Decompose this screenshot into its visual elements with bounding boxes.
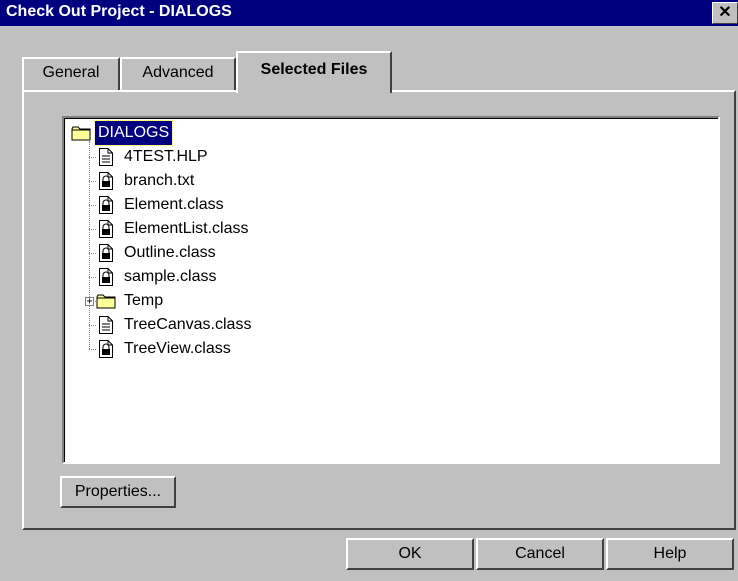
tree-item-label: Element.class bbox=[124, 196, 224, 213]
tree-item-label: ElementList.class bbox=[124, 220, 249, 237]
help-button[interactable]: Help bbox=[606, 538, 734, 570]
tree-item[interactable]: ElementList.class bbox=[65, 217, 705, 241]
tree-item-label: Outline.class bbox=[124, 244, 216, 261]
tree-connector-line bbox=[89, 157, 96, 158]
tab-general[interactable]: General bbox=[22, 57, 120, 90]
cancel-button[interactable]: Cancel bbox=[476, 538, 604, 570]
tree-item[interactable]: branch.txt bbox=[65, 169, 705, 193]
tab-advanced-label: Advanced bbox=[142, 64, 214, 81]
tree-root-label: DIALOGS bbox=[93, 120, 174, 146]
tree-connector-line bbox=[89, 181, 96, 182]
file-tree[interactable]: DIALOGS 4TEST.HLP branch.txt Element.class E… bbox=[62, 116, 720, 464]
title-bar: Check Out Project - DIALOGS ✕ bbox=[0, 0, 738, 26]
tree-item[interactable]: + Temp bbox=[65, 289, 705, 313]
tree-item[interactable]: TreeView.class bbox=[65, 337, 705, 361]
tab-selected-files[interactable]: Selected Files bbox=[236, 51, 392, 93]
tree-item[interactable]: Outline.class bbox=[65, 241, 705, 265]
tree-root[interactable]: DIALOGS bbox=[65, 120, 705, 146]
expand-icon[interactable]: + bbox=[85, 297, 94, 307]
tree-item[interactable]: sample.class bbox=[65, 265, 705, 289]
tree-item-label: Temp bbox=[124, 292, 164, 309]
properties-button-label: Properties... bbox=[74, 483, 162, 500]
tree-item-label: 4TEST.HLP bbox=[124, 148, 208, 165]
file-tree-viewport: DIALOGS 4TEST.HLP branch.txt Element.class E… bbox=[64, 118, 718, 462]
tree-connector-line bbox=[89, 253, 96, 254]
tree-connector-line bbox=[89, 349, 96, 350]
tree-item[interactable]: Element.class bbox=[65, 193, 705, 217]
tree-item-label: branch.txt bbox=[124, 172, 195, 189]
tree-connector-line bbox=[89, 229, 96, 230]
properties-button[interactable]: Properties... bbox=[60, 476, 176, 508]
tree-item[interactable]: TreeCanvas.class bbox=[65, 313, 705, 337]
tree-item-label: TreeCanvas.class bbox=[124, 316, 252, 333]
tab-panel: DIALOGS 4TEST.HLP branch.txt Element.class E… bbox=[22, 90, 736, 530]
locked-file-icon bbox=[98, 339, 114, 367]
window-title: Check Out Project - DIALOGS bbox=[6, 3, 232, 20]
tree-connector-line bbox=[89, 325, 96, 326]
tree-connector-line bbox=[89, 277, 96, 278]
tree-item[interactable]: 4TEST.HLP bbox=[65, 145, 705, 169]
close-icon: ✕ bbox=[718, 4, 732, 21]
tab-selected-files-label: Selected Files bbox=[260, 61, 368, 78]
tree-item-label: TreeView.class bbox=[124, 340, 231, 357]
tab-general-label: General bbox=[42, 64, 100, 81]
close-button[interactable]: ✕ bbox=[712, 2, 738, 24]
tree-item-label: sample.class bbox=[124, 268, 217, 285]
tree-connector-line bbox=[89, 205, 96, 206]
ok-button[interactable]: OK bbox=[346, 538, 474, 570]
tab-advanced[interactable]: Advanced bbox=[120, 57, 236, 90]
cancel-button-label: Cancel bbox=[515, 545, 565, 562]
help-button-label: Help bbox=[653, 545, 687, 562]
ok-button-label: OK bbox=[398, 545, 422, 562]
